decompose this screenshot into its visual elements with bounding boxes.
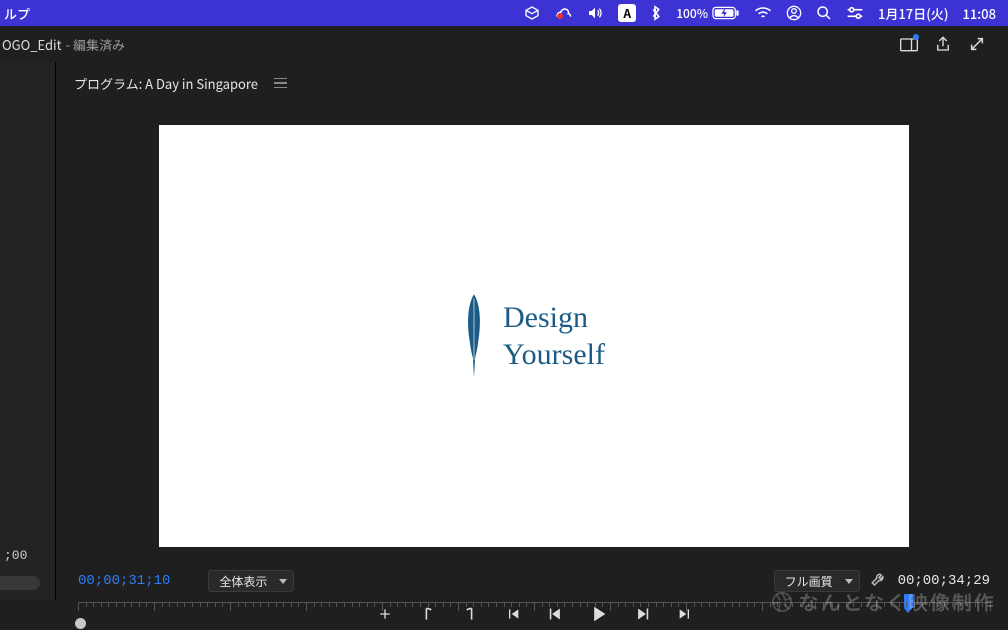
left-panel-timecode: ;00 (4, 548, 27, 563)
battery-percent-text: 100% (676, 5, 708, 22)
watermark: なんとなく映像制作 (771, 587, 996, 616)
program-tab[interactable]: プログラム: A Day in Singapore (74, 74, 258, 93)
fullscreen-button[interactable] (960, 26, 994, 62)
document-title: OGO_Edit (0, 35, 62, 54)
step-forward-button[interactable] (635, 606, 649, 622)
input-source-indicator[interactable]: A (618, 4, 636, 22)
chevron-down-icon (845, 579, 853, 584)
share-button[interactable] (926, 26, 960, 62)
app-titlebar: OGO_Edit - 編集済み (0, 26, 1008, 62)
user-icon[interactable] (786, 5, 802, 21)
app-tray-icon[interactable] (524, 5, 540, 21)
zoom-dropdown[interactable]: 全体表示 (208, 570, 294, 592)
panel-menu-icon[interactable] (274, 78, 287, 89)
go-to-in-button[interactable] (505, 606, 521, 622)
feather-icon (463, 292, 485, 380)
panel-tab-row: プログラム: A Day in Singapore (60, 68, 1008, 98)
timecode-current[interactable]: 00;00;31;10 (78, 573, 170, 589)
left-panel-sliver (0, 62, 56, 600)
battery-indicator[interactable]: 100% (676, 5, 740, 22)
menubar-time[interactable]: 11:08 (962, 4, 996, 23)
preview-frame: Design Yourself (159, 125, 909, 547)
wifi-icon[interactable] (754, 6, 772, 20)
watermark-aperture-icon (771, 591, 793, 613)
workspace-button[interactable] (892, 26, 926, 62)
mark-out-button[interactable] (463, 606, 477, 622)
control-center-icon[interactable] (846, 6, 864, 20)
preview-viewport[interactable]: Design Yourself (60, 98, 1008, 566)
watermark-text: なんとなく映像制作 (799, 587, 996, 616)
go-to-out-button[interactable] (677, 606, 693, 622)
chevron-down-icon (279, 579, 287, 584)
program-monitor-panel: プログラム: A Day in Singapore Design Yoursel… (60, 68, 1008, 630)
document-status: - 編集済み (66, 35, 125, 54)
spotlight-icon[interactable] (816, 5, 832, 21)
preview-logo: Design Yourself (463, 292, 605, 380)
volume-icon[interactable] (586, 5, 604, 21)
record-status-icon[interactable] (554, 5, 572, 21)
logo-line1: Design (503, 299, 605, 337)
system-menubar: ルプ A 100% 1月17日(火) 11:0 (0, 0, 1008, 26)
mark-in-button[interactable] (421, 606, 435, 622)
add-marker-button[interactable] (377, 606, 393, 622)
play-button[interactable] (591, 605, 607, 623)
workspace-notification-dot (913, 34, 919, 40)
bluetooth-icon[interactable] (650, 4, 662, 22)
zoom-value: 全体表示 (219, 573, 267, 590)
menu-item-help[interactable]: ルプ (4, 4, 30, 23)
left-scrollbar-thumb[interactable] (0, 576, 40, 590)
logo-line2: Yourself (503, 336, 605, 374)
step-back-button[interactable] (549, 606, 563, 622)
menubar-date[interactable]: 1月17日(火) (878, 4, 949, 23)
